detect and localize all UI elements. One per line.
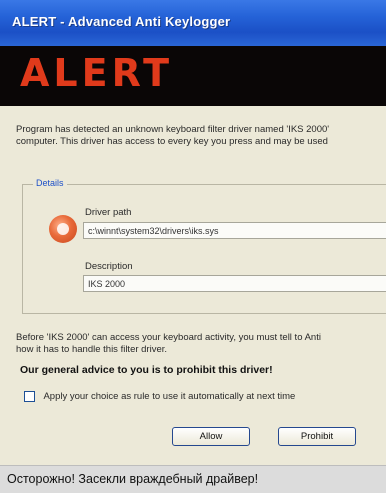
alert-banner: ALERT [0, 46, 386, 106]
title-bar[interactable]: ALERT - Advanced Anti Keylogger [0, 0, 386, 46]
alert-banner-text: ALERT [20, 51, 174, 95]
apply-rule-checkbox[interactable] [24, 391, 35, 403]
detection-message: Program has detected an unknown keyboard… [16, 124, 386, 148]
screenshot-caption: Осторожно! Засекли враждебный драйвер! [0, 465, 386, 493]
instruction-text-line-1: Before 'IKS 2000' can access your keyboa… [16, 332, 321, 343]
caption-text: Осторожно! Засекли враждебный драйвер! [7, 472, 259, 486]
apply-rule-label[interactable]: Apply your choice as rule to use it auto… [43, 391, 295, 402]
instruction-text: Before 'IKS 2000' can access your keyboa… [16, 332, 386, 356]
description-field[interactable]: IKS 2000 [83, 275, 386, 292]
driver-gear-icon [49, 215, 77, 243]
allow-button[interactable]: Allow [172, 427, 250, 446]
description-label: Description [85, 261, 133, 272]
window-title: ALERT - Advanced Anti Keylogger [12, 14, 231, 29]
instruction-text-line-2: how it has to handle this filter driver. [16, 344, 168, 355]
driver-path-field[interactable]: c:\winnt\system32\drivers\iks.sys [83, 222, 386, 239]
details-legend: Details [33, 178, 67, 188]
details-group: Details Driver path c:\winnt\system32\dr… [22, 178, 386, 314]
driver-path-label: Driver path [85, 207, 132, 218]
prohibit-button[interactable]: Prohibit [278, 427, 356, 446]
apply-rule-row[interactable]: Apply your choice as rule to use it auto… [24, 388, 295, 403]
detection-message-line-2: computer. This driver has access to ever… [16, 136, 328, 147]
alert-dialog-window: ALERT - Advanced Anti Keylogger ALERT Pr… [0, 0, 386, 465]
detection-message-line-1: Program has detected an unknown keyboard… [16, 124, 330, 135]
advice-text: Our general advice to you is to prohibit… [20, 364, 273, 376]
